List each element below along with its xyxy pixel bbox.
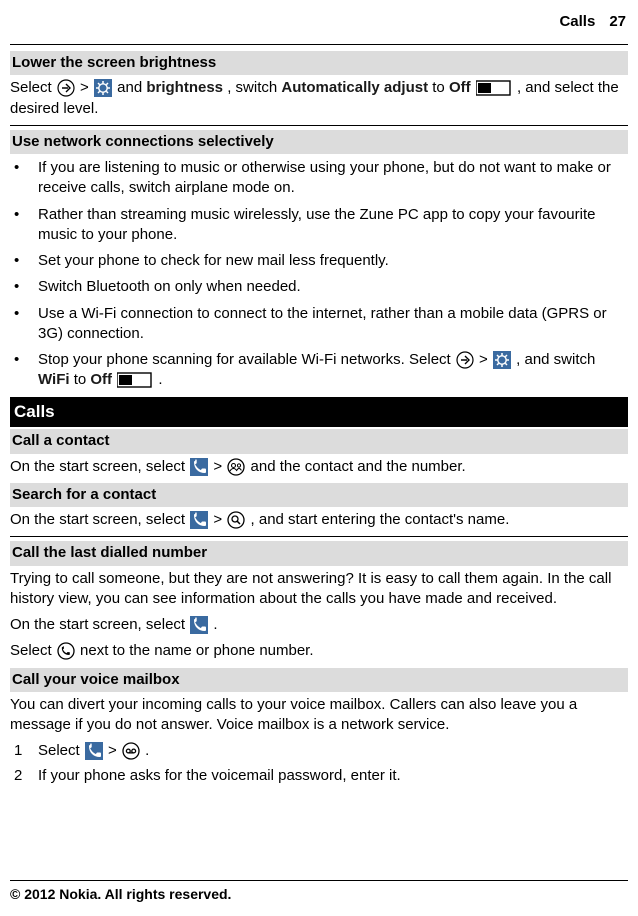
arrow-icon — [57, 79, 75, 97]
list-item: •Use a Wi-Fi connection to connect to th… — [10, 304, 628, 345]
gear-icon — [94, 79, 112, 97]
list-item: •If you are listening to music or otherw… — [10, 158, 628, 199]
off-term: Off — [90, 371, 112, 388]
phone-tile-icon — [190, 616, 208, 634]
heading-network-selective: Use network connections selectively — [10, 130, 628, 154]
voicemail-icon — [122, 742, 140, 760]
header-page: 27 — [609, 13, 626, 30]
list-item: •Rather than streaming music wirelessly,… — [10, 205, 628, 246]
heading-search-contact: Search for a contact — [10, 483, 628, 507]
call-icon — [57, 642, 75, 660]
page-header: Calls 27 — [559, 12, 626, 32]
list-item: •Switch Bluetooth on only when needed. — [10, 277, 628, 297]
wifi-term: WiFi — [38, 371, 70, 388]
list-item: • Stop your phone scanning for available… — [10, 350, 628, 391]
last-dialled-step2: Select next to the name or phone number. — [10, 641, 628, 661]
auto-adjust-term: Automatically adjust — [281, 79, 428, 96]
heading-last-dialled: Call the last dialled number — [10, 541, 628, 565]
call-contact-instruction: On the start screen, select > and the co… — [10, 457, 628, 477]
brightness-instruction: Select > and brightness , switch Automat… — [10, 78, 628, 119]
list-item: •Set your phone to check for new mail le… — [10, 251, 628, 271]
toggle-off-icon — [476, 79, 512, 97]
phone-tile-icon — [190, 458, 208, 476]
phone-tile-icon — [190, 511, 208, 529]
step-2: 2 If your phone asks for the voicemail p… — [10, 766, 628, 786]
last-dialled-intro: Trying to call someone, but they are not… — [10, 569, 628, 610]
arrow-icon — [456, 351, 474, 369]
heading-voice-mailbox: Call your voice mailbox — [10, 668, 628, 692]
gear-icon — [493, 351, 511, 369]
header-section: Calls — [559, 13, 595, 30]
heading-lower-brightness: Lower the screen brightness — [10, 51, 628, 75]
top-rule — [10, 44, 628, 45]
search-contact-instruction: On the start screen, select > , and star… — [10, 510, 628, 530]
contacts-icon — [227, 458, 245, 476]
voice-mailbox-steps: 1 Select > . 2 If your phone asks for th… — [10, 741, 628, 786]
off-term: Off — [449, 79, 471, 96]
network-bullet-list: •If you are listening to music or otherw… — [10, 158, 628, 391]
step-1: 1 Select > . — [10, 741, 628, 761]
voice-mailbox-intro: You can divert your incoming calls to yo… — [10, 695, 628, 736]
last-dialled-step1: On the start screen, select . — [10, 615, 628, 635]
rule — [10, 125, 628, 126]
rule — [10, 536, 628, 537]
phone-tile-icon — [85, 742, 103, 760]
heading-calls: Calls — [10, 397, 628, 428]
heading-call-contact: Call a contact — [10, 429, 628, 453]
toggle-off-icon — [117, 371, 153, 389]
footer-copyright: © 2012 Nokia. All rights reserved. — [10, 880, 628, 904]
brightness-term: brightness — [146, 79, 223, 96]
search-icon — [227, 511, 245, 529]
